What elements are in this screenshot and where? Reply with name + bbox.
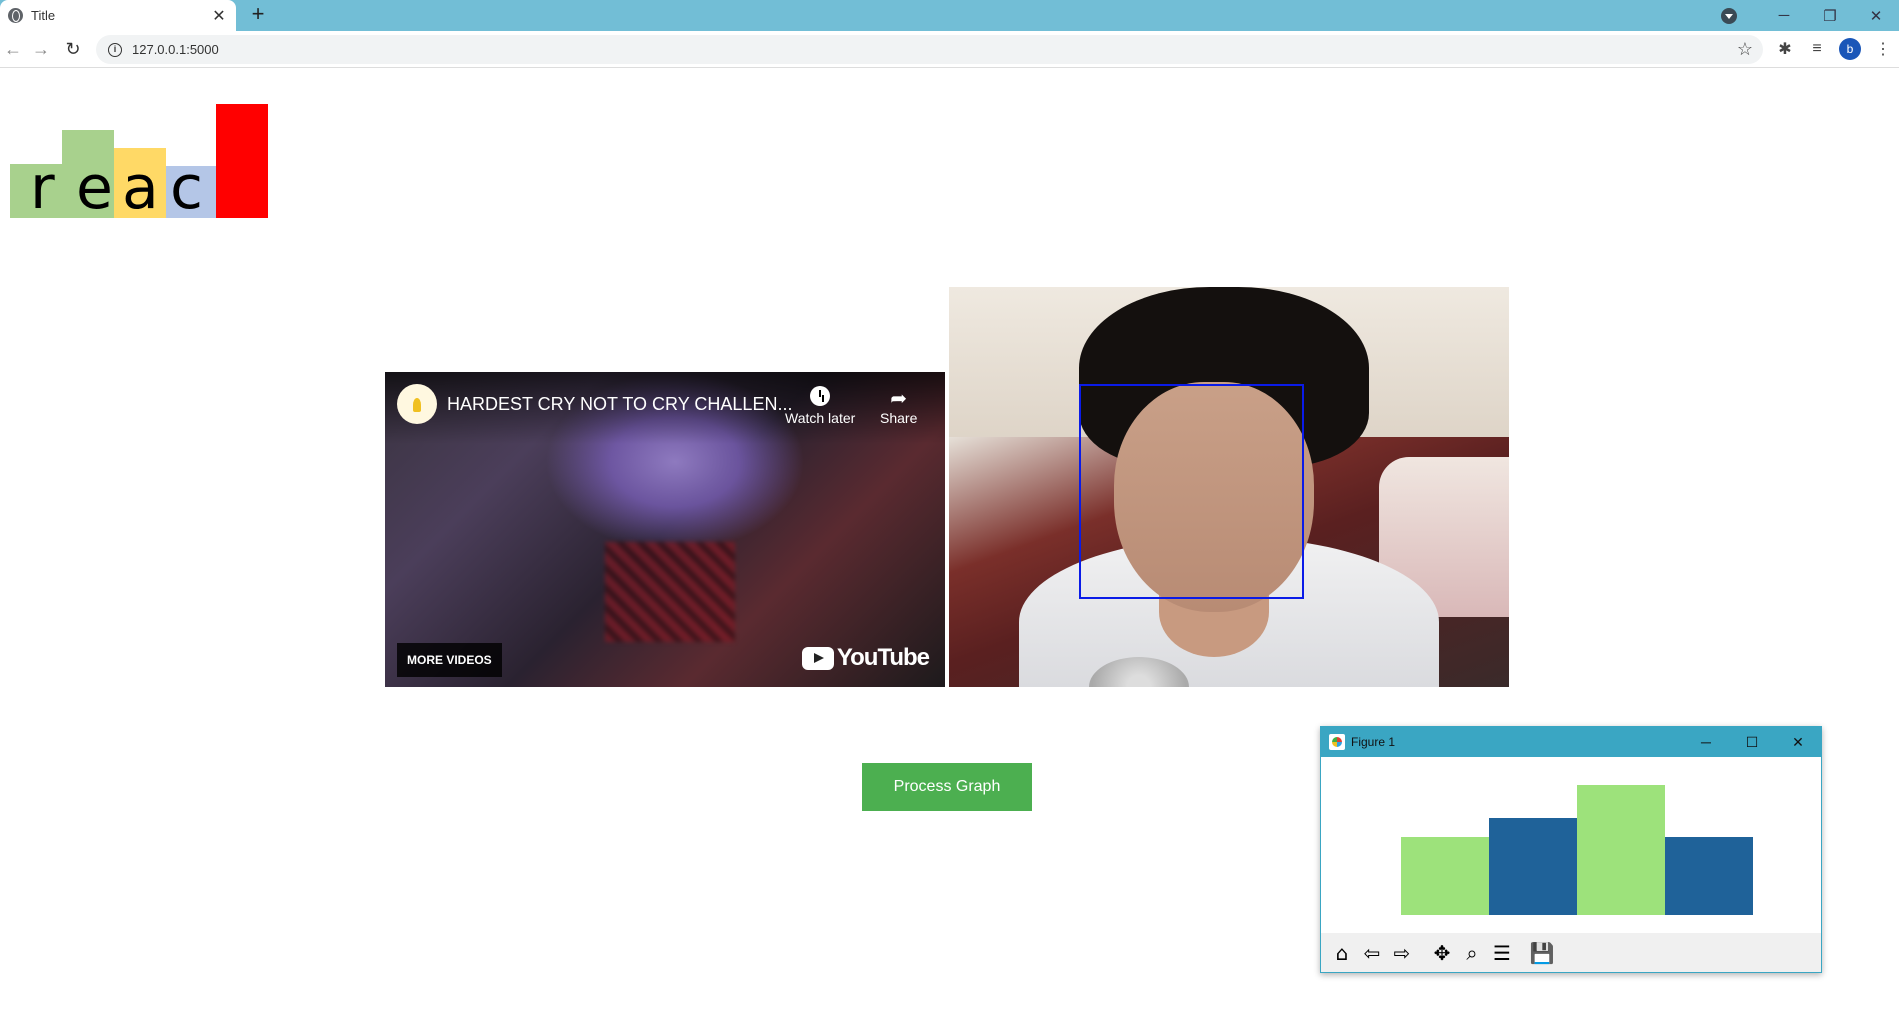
figure-maximize-button[interactable]: ☐ [1729,734,1775,751]
home-icon[interactable]: ⌂ [1327,938,1357,968]
youtube-logo[interactable]: YouTube [801,644,930,672]
bookmark-star-icon[interactable]: ☆ [1737,39,1753,60]
figure-minimize-button[interactable]: ─ [1683,734,1729,750]
media-control-icon[interactable]: ≡ [1801,40,1833,58]
globe-icon [8,8,23,23]
watch-later-label: Watch later [785,410,856,426]
figure-titlebar[interactable]: Figure 1 ─ ☐ ✕ [1321,727,1821,757]
logo-letter: e [76,153,113,223]
logo-letter: c [170,153,203,223]
address-bar[interactable]: i 127.0.0.1:5000 ☆ [96,35,1763,64]
youtube-wordmark: YouTube [836,644,930,671]
clock-icon [810,386,831,406]
restore-button[interactable]: ❐ [1807,7,1853,25]
close-tab-button[interactable]: ✕ [208,6,230,26]
share-button[interactable]: ➦ Share [880,386,917,426]
pan-icon[interactable]: ✥ [1427,938,1457,968]
chart-bar [1489,817,1577,915]
video-title[interactable]: HARDEST CRY NOT TO CRY CHALLEN... [447,394,792,415]
figure-window[interactable]: Figure 1 ─ ☐ ✕ ⌂ ⇦ ⇨ ✥ ⌕ ☰ 💾 [1320,726,1822,973]
figure-toolbar: ⌂ ⇦ ⇨ ✥ ⌕ ☰ 💾 [1321,933,1821,972]
face-detection-box [1079,384,1304,599]
chart-bar [1401,837,1489,915]
url-text[interactable]: 127.0.0.1:5000 [132,42,219,57]
logo: r e a c [10,104,268,218]
forward-arrow-icon[interactable]: ⇨ [1387,938,1417,968]
window-controls: ─ ❐ ✕ [1721,0,1899,31]
toolbar: ← → ↻ i 127.0.0.1:5000 ☆ ✱ ≡ b ⋮ [0,31,1899,68]
extensions-icon[interactable]: ✱ [1769,39,1801,59]
close-window-button[interactable]: ✕ [1853,7,1899,25]
new-tab-button[interactable]: + [246,3,270,27]
back-arrow-icon[interactable]: ⇦ [1357,938,1387,968]
matplotlib-icon [1329,734,1345,750]
chart-bar [1665,837,1753,915]
tab-search-icon[interactable] [1721,7,1737,24]
reload-button[interactable]: ↻ [60,36,86,62]
share-icon: ➦ [890,388,908,410]
watch-later-button[interactable]: Watch later [785,386,855,426]
logo-letter: a [122,153,159,223]
browser-tab[interactable]: Title ✕ [0,0,236,31]
info-icon[interactable]: i [108,42,122,57]
process-graph-button[interactable]: Process Graph [862,763,1032,811]
configure-subplots-icon[interactable]: ☰ [1487,938,1517,968]
figure-canvas[interactable] [1321,757,1821,933]
youtube-play-icon [801,646,834,670]
extension-area: ✱ ≡ b ⋮ [1769,36,1899,62]
forward-button[interactable]: → [28,36,54,62]
menu-icon[interactable]: ⋮ [1867,39,1899,59]
profile-avatar[interactable]: b [1839,38,1861,60]
more-videos-button[interactable]: MORE VIDEOS [397,643,502,677]
webcam-feed [949,287,1509,687]
channel-avatar[interactable] [397,384,437,424]
chart-bar [1577,785,1665,915]
back-button[interactable]: ← [0,36,26,62]
youtube-embed[interactable]: HARDEST CRY NOT TO CRY CHALLEN... Watch … [385,372,945,687]
tab-strip: Title ✕ + ─ ❐ ✕ [0,0,1899,31]
figure-title: Figure 1 [1351,735,1396,749]
share-label: Share [880,410,918,426]
zoom-icon[interactable]: ⌕ [1457,938,1487,968]
minimize-button[interactable]: ─ [1761,7,1807,24]
tab-title: Title [31,8,56,23]
save-icon[interactable]: 💾 [1527,938,1557,968]
figure-close-button[interactable]: ✕ [1775,734,1821,751]
logo-letter: r [30,153,55,223]
